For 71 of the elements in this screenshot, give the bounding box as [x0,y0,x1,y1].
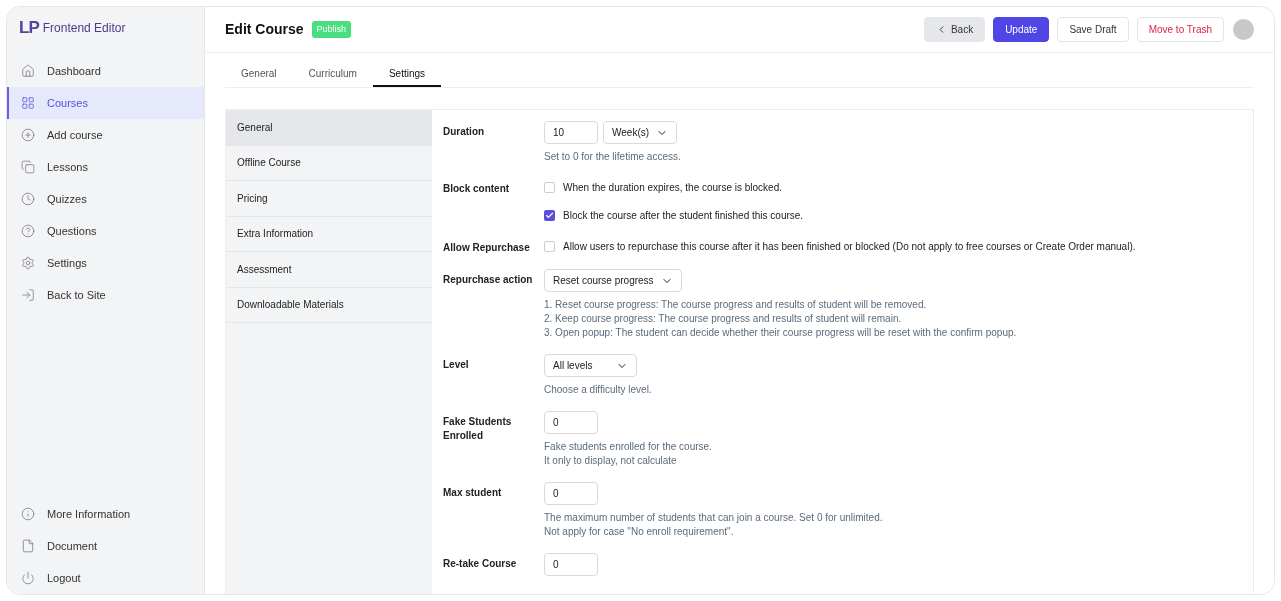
input-field[interactable]: 10 [544,121,598,144]
avatar[interactable] [1233,19,1254,40]
help-icon [21,224,35,238]
settings-menu-item[interactable]: Offline Course [226,145,432,181]
exit-icon [21,288,35,302]
home-icon [21,64,35,78]
settings-menu-item[interactable]: General [226,110,432,146]
input-field[interactable]: 0 [544,482,598,505]
help-text: The maximum number of students that can join a course. Set 0 for unlimited. [544,511,883,525]
tab[interactable]: Settings [372,62,442,87]
checkbox[interactable] [544,182,555,193]
sidebar-item[interactable]: Document [7,530,204,562]
logo-mark: LP [19,17,39,40]
tab[interactable]: General [225,62,293,87]
tab[interactable]: Curriculum [292,62,373,87]
help-text: It only to display, not calculate [544,454,678,468]
settings-menu-item[interactable]: Assessment [226,252,432,288]
field-label: Duration [443,125,486,139]
help-text: 1. Reset course progress: The course progress and results of student will be removed. [544,298,928,312]
header-button[interactable]: Save Draft [1057,17,1129,42]
check-icon [545,211,554,220]
field-label: Block content [443,182,511,196]
page-title: Edit Course [225,20,304,39]
power-icon [21,571,35,585]
sidebar-item[interactable]: Questions [7,215,204,247]
grid-icon [21,96,35,110]
sidebar-item[interactable]: Courses [7,87,204,119]
copy-icon [21,160,35,174]
sidebar-item[interactable]: Add course [7,119,204,151]
info-icon [21,507,35,521]
input-field[interactable]: 0 [544,553,598,576]
settings-menu-item[interactable]: Downloadable Materials [226,287,432,323]
settings-icon [21,256,35,270]
checkbox-label: When the duration expires, the course is blocked. [563,181,782,195]
checkbox-label: Block the course after the student finished this course. [563,209,804,223]
field-label: Level [443,358,470,372]
field-label: Allow Repurchase [443,241,531,255]
brand-name: Frontend Editor [42,20,126,37]
field-label: Re-take Course [443,557,518,571]
help-text: Set to 0 for the lifetime access. [544,150,681,164]
document-icon [21,539,35,553]
plus-circle-icon [21,128,35,142]
select-field[interactable]: Reset course progress [544,269,682,292]
sidebar-item[interactable]: Settings [7,247,204,279]
checkbox-label: Allow users to repurchase this course after it has been finished or blocked (Do not apply to free courses or Create Order manual). [563,240,1136,254]
sidebar-item[interactable]: Logout [7,562,204,594]
header-button[interactable]: Move to Trash [1136,17,1224,42]
sidebar-item[interactable]: Dashboard [7,55,204,87]
help-text: Choose a difficulty level. [544,383,652,397]
sidebar-item[interactable]: Quizzes [7,183,204,215]
help-text: Not apply for case "No enroll requirement". [544,525,735,539]
sidebar-item[interactable]: Back to Site [7,279,204,311]
help-text: 3. Open popup: The student can decide whether their course progress will be reset with the confirm popup. [544,326,1017,340]
sidebar-item[interactable]: More Information [7,498,204,530]
settings-menu-item[interactable]: Pricing [226,181,432,217]
select-field[interactable]: Week(s) [603,121,677,144]
checkbox[interactable] [544,241,555,252]
help-text: Fake students enrolled for the course. [544,440,712,454]
field-label: Max student [443,486,503,500]
clock-icon [21,192,35,206]
sidebar-item[interactable]: Lessons [7,151,204,183]
status-badge: Publish [311,20,352,39]
help-text: 2. Keep course progress: The course progress and results of student will remain. [544,312,903,326]
header-button[interactable]: Back [923,17,986,42]
select-field[interactable]: All levels [544,354,637,377]
settings-menu-item[interactable]: Extra Information [226,216,432,252]
checkbox[interactable] [544,210,555,221]
field-label: Repurchase action [443,273,534,287]
field-label: Fake Students Enrolled [443,415,513,443]
input-field[interactable]: 0 [544,411,598,434]
header-button[interactable]: Update [993,17,1050,42]
